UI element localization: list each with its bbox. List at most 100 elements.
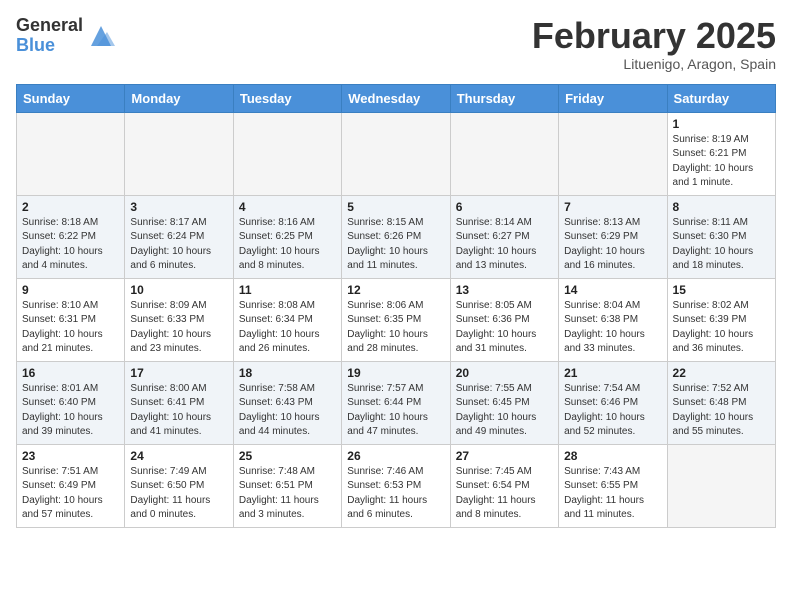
calendar-week-row: 9 Sunrise: 8:10 AM Sunset: 6:31 PM Daylig…	[17, 278, 776, 361]
calendar-day-cell: 10 Sunrise: 8:09 AM Sunset: 6:33 PM Dayli…	[125, 278, 233, 361]
day-number: 6	[456, 200, 553, 214]
day-number: 10	[130, 283, 227, 297]
calendar-week-row: 23 Sunrise: 7:51 AM Sunset: 6:49 PM Dayli…	[17, 444, 776, 527]
day-info: Sunrise: 8:15 AM Sunset: 6:26 PM Dayligh…	[347, 216, 444, 274]
calendar-week-row: 1Sunrise: 8:19 AM Sunset: 6:21 PM Daylig…	[17, 112, 776, 195]
calendar-day-cell: 24 Sunrise: 7:49 AM Sunset: 6:50 PM Dayli…	[125, 444, 233, 527]
calendar-day-cell	[667, 444, 775, 527]
day-number: 28	[564, 449, 661, 463]
calendar-day-cell: 9 Sunrise: 8:10 AM Sunset: 6:31 PM Daylig…	[17, 278, 125, 361]
day-number: 14	[564, 283, 661, 297]
calendar-day-cell: 25 Sunrise: 7:48 AM Sunset: 6:51 PM Dayli…	[233, 444, 341, 527]
calendar-day-cell: 22 Sunrise: 7:52 AM Sunset: 6:48 PM Dayli…	[667, 361, 775, 444]
weekday-header-monday: Monday	[125, 84, 233, 112]
day-number: 9	[22, 283, 119, 297]
month-title: February 2025	[532, 16, 776, 56]
calendar-day-cell: 17 Sunrise: 8:00 AM Sunset: 6:41 PM Dayli…	[125, 361, 233, 444]
calendar-day-cell: 4Sunrise: 8:16 AM Sunset: 6:25 PM Daylig…	[233, 195, 341, 278]
logo: General Blue	[16, 16, 115, 56]
calendar-day-cell	[342, 112, 450, 195]
day-info: Sunrise: 8:13 AM Sunset: 6:29 PM Dayligh…	[564, 216, 661, 274]
day-number: 24	[130, 449, 227, 463]
calendar-day-cell: 7 Sunrise: 8:13 AM Sunset: 6:29 PM Daylig…	[559, 195, 667, 278]
calendar-week-row: 16 Sunrise: 8:01 AM Sunset: 6:40 PM Dayli…	[17, 361, 776, 444]
day-info: Sunrise: 7:48 AM Sunset: 6:51 PM Dayligh…	[239, 465, 336, 523]
logo-general-text: General	[16, 16, 83, 36]
calendar-day-cell: 6 Sunrise: 8:14 AM Sunset: 6:27 PM Daylig…	[450, 195, 558, 278]
calendar-day-cell: 18Sunrise: 7:58 AM Sunset: 6:43 PM Dayli…	[233, 361, 341, 444]
day-number: 16	[22, 366, 119, 380]
day-info: Sunrise: 8:10 AM Sunset: 6:31 PM Dayligh…	[22, 299, 119, 357]
day-info: Sunrise: 8:09 AM Sunset: 6:33 PM Dayligh…	[130, 299, 227, 357]
day-number: 2	[22, 200, 119, 214]
calendar-day-cell	[450, 112, 558, 195]
day-number: 26	[347, 449, 444, 463]
calendar-day-cell	[559, 112, 667, 195]
calendar-day-cell: 27Sunrise: 7:45 AM Sunset: 6:54 PM Dayli…	[450, 444, 558, 527]
day-info: Sunrise: 7:43 AM Sunset: 6:55 PM Dayligh…	[564, 465, 661, 523]
day-number: 23	[22, 449, 119, 463]
day-info: Sunrise: 7:49 AM Sunset: 6:50 PM Dayligh…	[130, 465, 227, 523]
weekday-header-tuesday: Tuesday	[233, 84, 341, 112]
day-number: 13	[456, 283, 553, 297]
day-info: Sunrise: 7:57 AM Sunset: 6:44 PM Dayligh…	[347, 382, 444, 440]
day-info: Sunrise: 7:52 AM Sunset: 6:48 PM Dayligh…	[673, 382, 770, 440]
day-number: 8	[673, 200, 770, 214]
day-info: Sunrise: 7:46 AM Sunset: 6:53 PM Dayligh…	[347, 465, 444, 523]
calendar-day-cell: 2 Sunrise: 8:18 AM Sunset: 6:22 PM Daylig…	[17, 195, 125, 278]
day-number: 12	[347, 283, 444, 297]
weekday-header-friday: Friday	[559, 84, 667, 112]
calendar-day-cell: 28 Sunrise: 7:43 AM Sunset: 6:55 PM Dayli…	[559, 444, 667, 527]
day-number: 7	[564, 200, 661, 214]
day-number: 22	[673, 366, 770, 380]
page-header: General Blue February 2025 Lituenigo, Ar…	[16, 16, 776, 72]
day-number: 1	[673, 117, 770, 131]
day-number: 5	[347, 200, 444, 214]
day-info: Sunrise: 7:51 AM Sunset: 6:49 PM Dayligh…	[22, 465, 119, 523]
calendar-day-cell: 21 Sunrise: 7:54 AM Sunset: 6:46 PM Dayli…	[559, 361, 667, 444]
calendar-day-cell: 15 Sunrise: 8:02 AM Sunset: 6:39 PM Dayli…	[667, 278, 775, 361]
logo-blue-text: Blue	[16, 36, 83, 56]
calendar-day-cell: 3Sunrise: 8:17 AM Sunset: 6:24 PM Daylig…	[125, 195, 233, 278]
day-info: Sunrise: 7:55 AM Sunset: 6:45 PM Dayligh…	[456, 382, 553, 440]
day-info: Sunrise: 8:05 AM Sunset: 6:36 PM Dayligh…	[456, 299, 553, 357]
day-info: Sunrise: 7:58 AM Sunset: 6:43 PM Dayligh…	[239, 382, 336, 440]
title-block: February 2025 Lituenigo, Aragon, Spain	[532, 16, 776, 72]
day-number: 15	[673, 283, 770, 297]
day-number: 17	[130, 366, 227, 380]
location-subtitle: Lituenigo, Aragon, Spain	[532, 56, 776, 72]
day-number: 21	[564, 366, 661, 380]
calendar-day-cell: 26 Sunrise: 7:46 AM Sunset: 6:53 PM Dayli…	[342, 444, 450, 527]
day-info: Sunrise: 8:18 AM Sunset: 6:22 PM Dayligh…	[22, 216, 119, 274]
calendar-day-cell: 8 Sunrise: 8:11 AM Sunset: 6:30 PM Daylig…	[667, 195, 775, 278]
weekday-header-thursday: Thursday	[450, 84, 558, 112]
day-number: 20	[456, 366, 553, 380]
day-info: Sunrise: 8:04 AM Sunset: 6:38 PM Dayligh…	[564, 299, 661, 357]
day-info: Sunrise: 8:11 AM Sunset: 6:30 PM Dayligh…	[673, 216, 770, 274]
calendar-day-cell	[125, 112, 233, 195]
day-info: Sunrise: 8:06 AM Sunset: 6:35 PM Dayligh…	[347, 299, 444, 357]
day-info: Sunrise: 8:01 AM Sunset: 6:40 PM Dayligh…	[22, 382, 119, 440]
calendar-day-cell: 16 Sunrise: 8:01 AM Sunset: 6:40 PM Dayli…	[17, 361, 125, 444]
logo-icon	[87, 22, 115, 50]
day-info: Sunrise: 8:14 AM Sunset: 6:27 PM Dayligh…	[456, 216, 553, 274]
day-number: 3	[130, 200, 227, 214]
calendar-day-cell: 23 Sunrise: 7:51 AM Sunset: 6:49 PM Dayli…	[17, 444, 125, 527]
calendar-day-cell: 12 Sunrise: 8:06 AM Sunset: 6:35 PM Dayli…	[342, 278, 450, 361]
day-number: 19	[347, 366, 444, 380]
calendar-table: SundayMondayTuesdayWednesdayThursdayFrid…	[16, 84, 776, 528]
weekday-header-sunday: Sunday	[17, 84, 125, 112]
calendar-day-cell	[17, 112, 125, 195]
calendar-day-cell: 19 Sunrise: 7:57 AM Sunset: 6:44 PM Dayli…	[342, 361, 450, 444]
calendar-day-cell: 1Sunrise: 8:19 AM Sunset: 6:21 PM Daylig…	[667, 112, 775, 195]
calendar-week-row: 2 Sunrise: 8:18 AM Sunset: 6:22 PM Daylig…	[17, 195, 776, 278]
calendar-day-cell: 5 Sunrise: 8:15 AM Sunset: 6:26 PM Daylig…	[342, 195, 450, 278]
day-number: 25	[239, 449, 336, 463]
day-info: Sunrise: 8:00 AM Sunset: 6:41 PM Dayligh…	[130, 382, 227, 440]
day-info: Sunrise: 8:02 AM Sunset: 6:39 PM Dayligh…	[673, 299, 770, 357]
calendar-day-cell: 14 Sunrise: 8:04 AM Sunset: 6:38 PM Dayli…	[559, 278, 667, 361]
day-info: Sunrise: 8:16 AM Sunset: 6:25 PM Dayligh…	[239, 216, 336, 274]
day-info: Sunrise: 7:54 AM Sunset: 6:46 PM Dayligh…	[564, 382, 661, 440]
calendar-day-cell	[233, 112, 341, 195]
day-number: 27	[456, 449, 553, 463]
